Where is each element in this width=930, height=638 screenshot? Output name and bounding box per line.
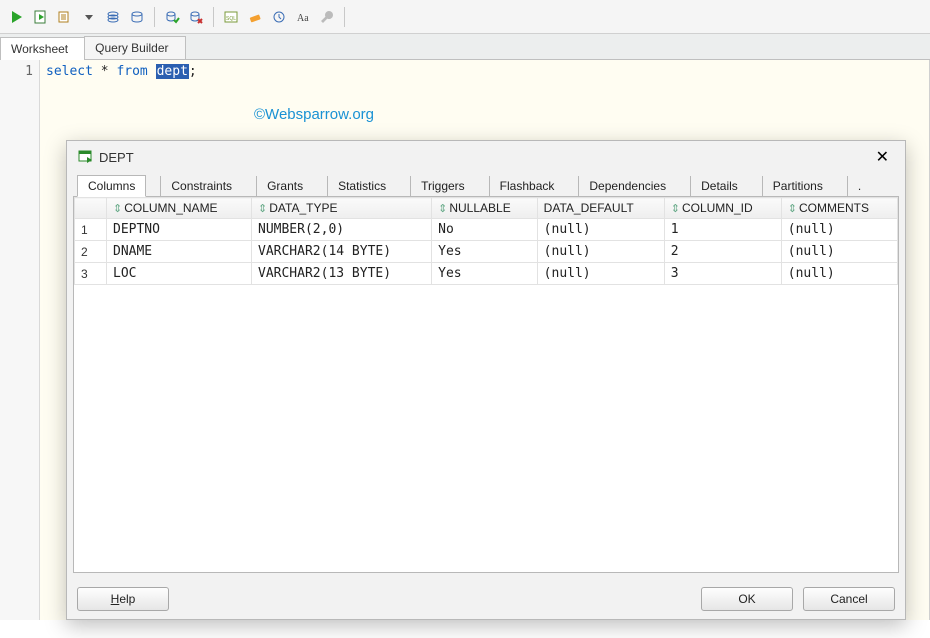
header-comments[interactable]: ⇕COMMENTS: [781, 198, 897, 219]
sort-icon: ⇕: [438, 203, 447, 215]
cell-nullable: Yes: [432, 263, 538, 285]
cell-nullable: No: [432, 219, 538, 241]
cell-data-type: NUMBER(2,0): [252, 219, 432, 241]
tab-worksheet[interactable]: Worksheet: [0, 37, 85, 60]
tab-statistics[interactable]: Statistics: [327, 176, 396, 196]
ok-button[interactable]: OK: [701, 587, 793, 611]
cell-rownum: 1: [75, 219, 107, 241]
dialog-footer: Help OK Cancel: [67, 579, 905, 619]
keyword-select: select: [46, 64, 93, 79]
cancel-button[interactable]: Cancel: [803, 587, 895, 611]
tab-details[interactable]: Details: [690, 176, 748, 196]
table-name-selected: dept: [156, 64, 189, 79]
sort-icon: ⇕: [113, 203, 122, 215]
help-button[interactable]: Help: [77, 587, 169, 611]
tab-query-builder[interactable]: Query Builder: [84, 36, 185, 59]
eraser-icon[interactable]: [244, 6, 266, 28]
star-token: *: [101, 64, 109, 79]
svg-text:SQL: SQL: [226, 16, 236, 22]
tab-columns[interactable]: Columns: [77, 175, 146, 197]
table-icon: [77, 148, 93, 167]
cell-rownum: 3: [75, 263, 107, 285]
cell-data-default: (null): [537, 219, 664, 241]
cell-column-name: DNAME: [107, 241, 252, 263]
header-nullable[interactable]: ⇕NULLABLE: [432, 198, 538, 219]
tab-triggers[interactable]: Triggers: [410, 176, 475, 196]
cell-comments: (null): [781, 241, 897, 263]
cell-column-id: 1: [664, 219, 781, 241]
cell-data-type: VARCHAR2(13 BYTE): [252, 263, 432, 285]
history-icon[interactable]: [268, 6, 290, 28]
cell-data-default: (null): [537, 263, 664, 285]
dropdown-icon[interactable]: [78, 6, 100, 28]
sort-icon: ⇕: [671, 203, 680, 215]
run-icon[interactable]: [6, 6, 28, 28]
header-data-default[interactable]: DATA_DEFAULT: [537, 198, 664, 219]
close-icon[interactable]: ✕: [870, 145, 895, 169]
sort-icon: ⇕: [258, 203, 267, 215]
tab-grants[interactable]: Grants: [256, 176, 313, 196]
table-row[interactable]: 2 DNAME VARCHAR2(14 BYTE) Yes (null) 2 (…: [75, 241, 898, 263]
semicolon: ;: [189, 64, 197, 79]
wrench-icon[interactable]: [316, 6, 338, 28]
cell-nullable: Yes: [432, 241, 538, 263]
line-gutter: 1: [0, 60, 40, 620]
cell-comments: (null): [781, 219, 897, 241]
tab-flashback[interactable]: Flashback: [489, 176, 565, 196]
run-script-icon[interactable]: [30, 6, 52, 28]
columns-grid: ⇕COLUMN_NAME ⇕DATA_TYPE ⇕NULLABLE DATA_D…: [73, 197, 899, 573]
table-row[interactable]: 1 DEPTNO NUMBER(2,0) No (null) 1 (null): [75, 219, 898, 241]
worksheet-tabs: Worksheet Query Builder: [0, 34, 930, 60]
commit-icon[interactable]: [161, 6, 183, 28]
header-rownum[interactable]: [75, 198, 107, 219]
case-icon[interactable]: Aa: [292, 6, 314, 28]
cell-column-id: 2: [664, 241, 781, 263]
table-describe-dialog: DEPT ✕ Columns Constraints Grants Statis…: [66, 140, 906, 620]
header-column-name[interactable]: ⇕COLUMN_NAME: [107, 198, 252, 219]
autotrace-icon[interactable]: [102, 6, 124, 28]
dialog-titlebar: DEPT ✕: [67, 141, 905, 173]
dialog-tabs: Columns Constraints Grants Statistics Tr…: [73, 173, 899, 197]
cell-rownum: 2: [75, 241, 107, 263]
tab-constraints[interactable]: Constraints: [160, 176, 242, 196]
tab-partitions[interactable]: Partitions: [762, 176, 833, 196]
watermark-text: ©Websparrow.org: [254, 106, 374, 123]
db-icon-2[interactable]: [126, 6, 148, 28]
cell-comments: (null): [781, 263, 897, 285]
header-data-type[interactable]: ⇕DATA_TYPE: [252, 198, 432, 219]
tab-more[interactable]: .: [847, 176, 871, 196]
cell-data-default: (null): [537, 241, 664, 263]
cell-column-name: LOC: [107, 263, 252, 285]
rollback-icon[interactable]: [185, 6, 207, 28]
sql-icon[interactable]: SQL: [220, 6, 242, 28]
dialog-title-text: DEPT: [99, 150, 134, 165]
line-number: 1: [0, 64, 33, 79]
header-column-id[interactable]: ⇕COLUMN_ID: [664, 198, 781, 219]
tab-dependencies[interactable]: Dependencies: [578, 176, 676, 196]
sort-icon: ⇕: [788, 203, 797, 215]
explain-icon[interactable]: [54, 6, 76, 28]
cell-column-id: 3: [664, 263, 781, 285]
keyword-from: from: [116, 64, 147, 79]
main-toolbar: SQL Aa: [0, 0, 930, 34]
table-row[interactable]: 3 LOC VARCHAR2(13 BYTE) Yes (null) 3 (nu…: [75, 263, 898, 285]
cell-data-type: VARCHAR2(14 BYTE): [252, 241, 432, 263]
cell-column-name: DEPTNO: [107, 219, 252, 241]
svg-text:Aa: Aa: [297, 13, 309, 24]
